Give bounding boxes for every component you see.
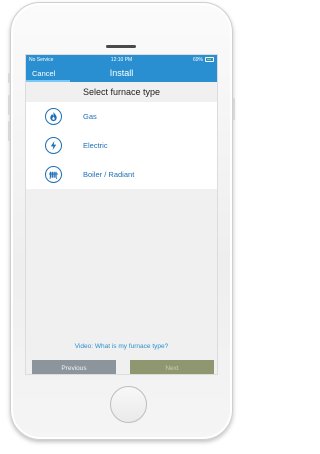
status-time: 12:10 PM bbox=[110, 57, 133, 63]
home-button[interactable] bbox=[110, 386, 147, 423]
battery-percent: 69% bbox=[192, 57, 203, 63]
furnace-option-gas[interactable]: Gas bbox=[26, 102, 217, 131]
status-bar: No Service 12:10 PM 69% bbox=[26, 55, 217, 65]
volume-up-button bbox=[8, 95, 10, 115]
progress-indicator bbox=[26, 80, 70, 82]
section-title: Select furnace type bbox=[26, 83, 217, 101]
lightning-icon bbox=[45, 137, 62, 154]
furnace-option-boiler[interactable]: Boiler / Radiant bbox=[26, 160, 217, 189]
previous-button[interactable]: Previous bbox=[32, 360, 116, 374]
furnace-option-electric[interactable]: Electric bbox=[26, 131, 217, 160]
power-button bbox=[233, 98, 235, 120]
volume-down-button bbox=[8, 121, 10, 141]
earpiece-speaker bbox=[106, 45, 136, 48]
next-button[interactable]: Next bbox=[130, 360, 214, 374]
nav-title: Install bbox=[109, 68, 134, 78]
nav-bar: Cancel Install bbox=[26, 65, 217, 82]
flame-icon bbox=[45, 108, 62, 125]
radiator-icon bbox=[45, 166, 62, 183]
battery-icon bbox=[205, 57, 214, 62]
mute-switch bbox=[8, 73, 10, 83]
video-help-link[interactable]: Video: What is my furnace type? bbox=[26, 343, 217, 350]
furnace-option-label: Boiler / Radiant bbox=[83, 170, 135, 179]
app-screen: No Service 12:10 PM 69% Cancel Install S… bbox=[25, 54, 218, 375]
furnace-type-list: Gas Electric Boiler / Radiant bbox=[26, 102, 217, 189]
furnace-option-label: Gas bbox=[83, 112, 97, 121]
furnace-option-label: Electric bbox=[83, 141, 108, 150]
